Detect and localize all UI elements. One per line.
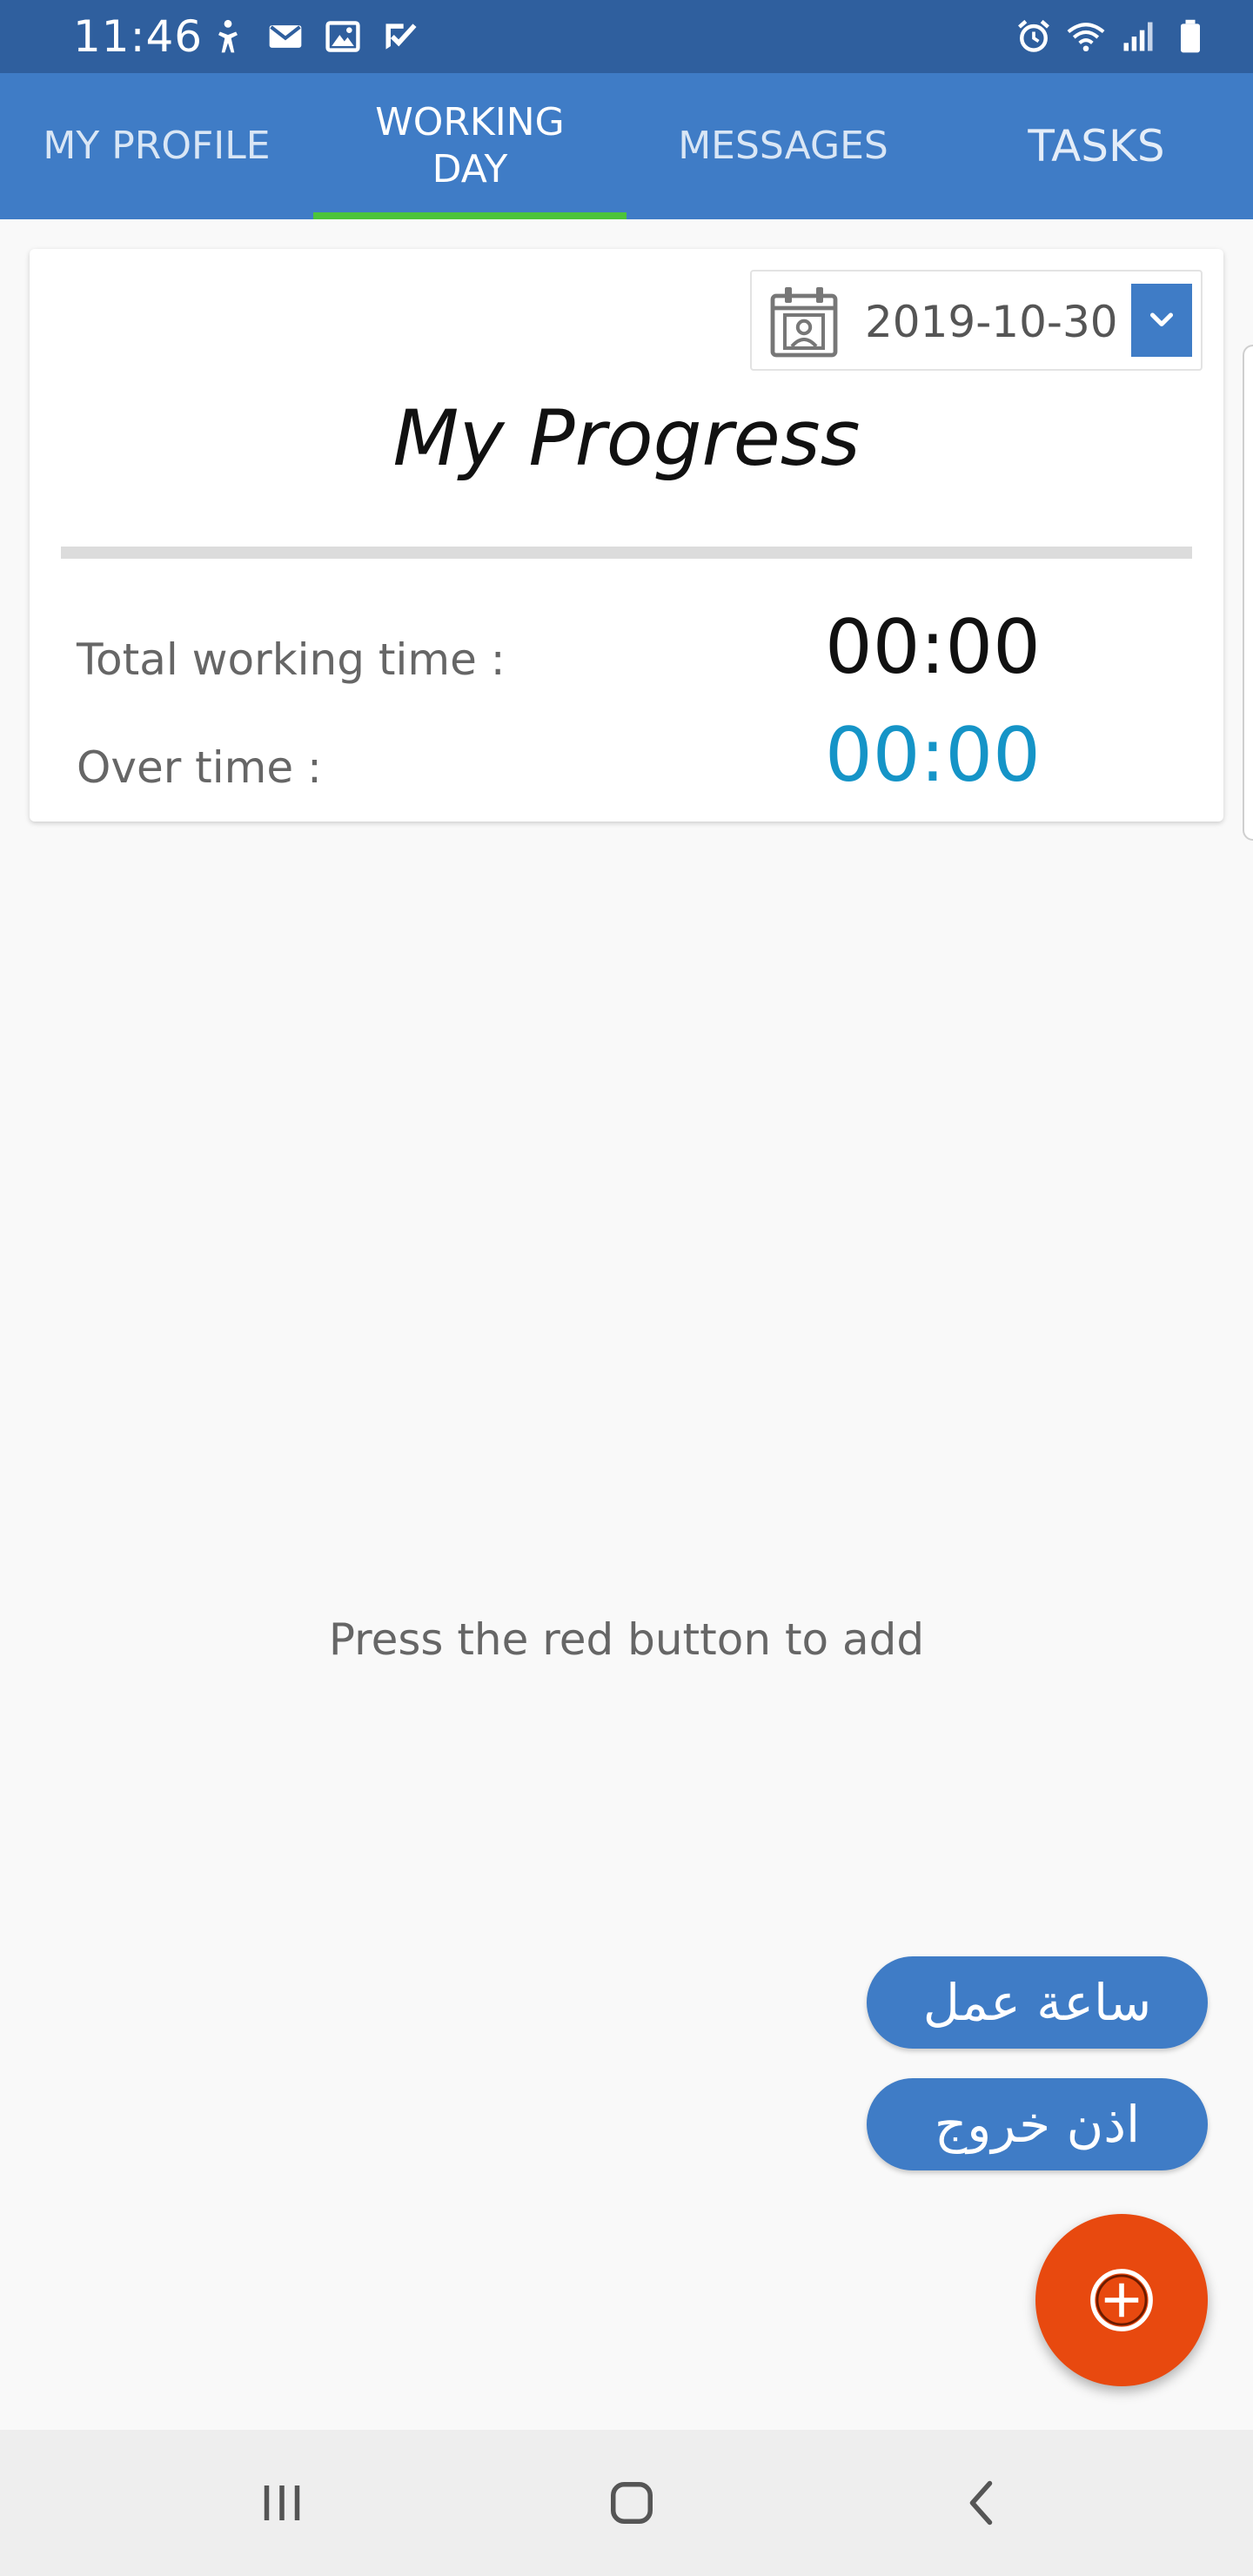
accessibility-icon (218, 19, 238, 53)
side-panel-edge[interactable] (1243, 345, 1253, 841)
total-working-time-value: 00:00 (825, 604, 1041, 691)
tab-messages[interactable]: MESSAGES (626, 73, 940, 219)
recents-button[interactable] (247, 2468, 317, 2538)
overtime-label: Over time : (77, 742, 322, 793)
add-fab-button[interactable] (1035, 2214, 1208, 2386)
tab-bar: MY PROFILE WORKING DAY MESSAGES TASKS (0, 73, 1253, 219)
tab-working-day-label: WORKING DAY (375, 100, 565, 191)
gallery-icon (325, 21, 360, 52)
overtime-value: 00:00 (825, 712, 1041, 799)
add-work-hour-button[interactable]: ساعة عمل (867, 1956, 1208, 2049)
empty-state-hint: Press the red button to add (328, 1614, 925, 1665)
add-exit-permit-label: اذن خروج (934, 2095, 1141, 2154)
chevron-down-icon (1149, 312, 1174, 327)
active-tab-indicator (313, 212, 626, 219)
home-icon (611, 2482, 653, 2524)
notification-icons (209, 16, 419, 57)
add-exit-permit-button[interactable]: اذن خروج (867, 2078, 1208, 2170)
date-picker[interactable]: 2019-10-30 (750, 270, 1203, 371)
home-button[interactable] (597, 2468, 667, 2538)
date-dropdown-button[interactable] (1131, 284, 1192, 357)
status-time: 11:46 (73, 11, 204, 62)
recents-icon (264, 2485, 300, 2520)
card-title: My Progress (392, 393, 861, 483)
gmail-icon (269, 25, 302, 48)
tab-my-profile[interactable]: MY PROFILE (0, 73, 313, 219)
system-icons (1015, 16, 1209, 57)
tab-tasks[interactable]: TASKS (940, 73, 1253, 219)
calendar-icon (770, 287, 838, 358)
wifi-icon (1067, 23, 1105, 52)
task-check-icon (385, 23, 417, 50)
alarm-icon (1018, 19, 1049, 52)
back-button[interactable] (948, 2468, 1018, 2538)
progress-card: 2019-10-30 My Progress Total working tim… (30, 249, 1223, 822)
add-work-hour-label: ساعة عمل (922, 1973, 1152, 2032)
date-value: 2019-10-30 (865, 297, 1118, 347)
plus-circle-icon (1090, 2269, 1153, 2331)
progress-divider (61, 547, 1192, 559)
back-icon (969, 2480, 993, 2526)
tab-working-day[interactable]: WORKING DAY (313, 73, 626, 219)
total-working-time-label: Total working time : (77, 634, 506, 685)
signal-icon (1123, 22, 1153, 51)
battery-icon (1181, 19, 1200, 53)
navigation-bar (0, 2430, 1253, 2576)
status-bar: 11:46 (0, 0, 1253, 73)
